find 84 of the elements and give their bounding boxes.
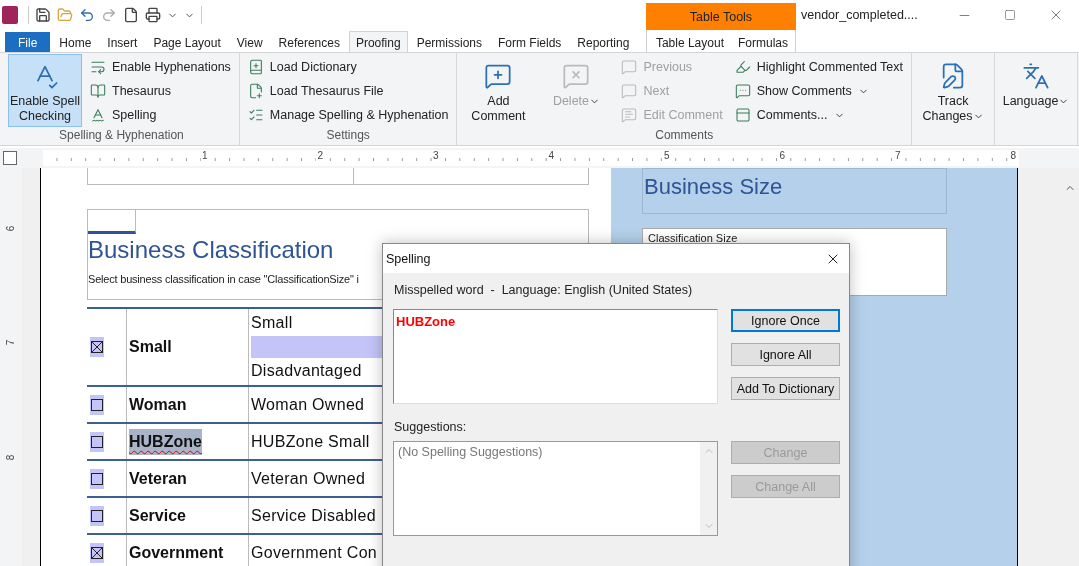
table-cell: HUBZone	[129, 428, 202, 455]
ribbon-button[interactable]: Show Comments	[730, 79, 908, 103]
ribbon-button[interactable]: Highlight Commented Text	[730, 55, 908, 79]
ribbon-tab[interactable]: Home	[52, 32, 99, 52]
ruler-number: 8	[5, 454, 17, 460]
ribbon-button[interactable]: Comments...	[730, 103, 908, 127]
ribbon-tab[interactable]: Reporting	[570, 32, 637, 52]
undo-icon[interactable]	[79, 7, 95, 23]
book-plus-icon	[247, 59, 264, 75]
group-label: Spelling & Hyphenation	[58, 128, 185, 144]
wrap-text-icon	[90, 59, 106, 75]
speech-bubble-icon	[621, 83, 638, 99]
language-label: Misspelled word - Language: English (United States)	[393, 282, 694, 299]
ribbon-tab[interactable]: Page Layout	[146, 32, 228, 52]
spell-check-icon	[90, 107, 106, 123]
table-cell: Small	[251, 314, 293, 332]
ribbon-button[interactable]: Spelling	[86, 103, 235, 127]
field-label: Classification Size	[648, 232, 738, 244]
section-heading: Business Size	[642, 168, 947, 214]
section-heading: Business Classification	[88, 235, 334, 265]
table-cell-text: Small	[129, 337, 172, 357]
table-cell-text: Woman	[129, 394, 187, 415]
table-cell-text: Government	[129, 542, 224, 563]
open-book-icon	[90, 83, 106, 99]
ribbon-button[interactable]: Track Changes	[916, 54, 991, 127]
dialog-button[interactable]: Ignore All	[731, 343, 840, 366]
group-label: Comments	[654, 128, 715, 144]
ribbon-tab[interactable]: Permissions	[409, 32, 489, 52]
file-plus-icon	[247, 83, 264, 99]
ribbon-tab[interactable]: References	[271, 32, 347, 52]
checkbox[interactable]	[90, 468, 104, 489]
window-title: vendor_completed....	[801, 8, 919, 22]
save-icon[interactable]	[35, 7, 51, 23]
ribbon-button[interactable]: Thesaurus	[86, 79, 235, 103]
tab-stop-selector[interactable]	[3, 151, 17, 165]
ribbon-button[interactable]: Manage Spelling & Hyphenation	[243, 103, 453, 127]
printer-icon[interactable]	[145, 7, 161, 23]
table-cell: Service Disabled	[251, 506, 376, 525]
ribbon-tab[interactable]: Table Layout	[648, 32, 731, 52]
suggestions-note: (No Spelling Suggestions)	[397, 444, 544, 461]
checkbox[interactable]	[90, 337, 104, 357]
ribbon-button[interactable]: Add Comment	[461, 54, 536, 127]
ruler-number: 7	[5, 340, 17, 346]
table-cell: Government Con	[251, 543, 378, 562]
highlighter-icon	[734, 59, 751, 75]
checkbox[interactable]	[90, 431, 104, 452]
ribbon-tab[interactable]: Insert	[100, 32, 145, 52]
group-label: Settings	[325, 128, 371, 144]
speech-bubble-icon	[621, 59, 638, 75]
table-cell: HUBZone Small	[251, 432, 370, 451]
dialog-title: Spelling	[386, 251, 431, 266]
ribbon-tab[interactable]: Formulas	[731, 32, 795, 52]
table-cell: Veteran Owned	[251, 469, 366, 488]
suggestions-label: Suggestions:	[393, 419, 468, 436]
ribbon-button[interactable]: Load Dictionary	[243, 55, 453, 79]
ruler-number: 6	[5, 225, 17, 232]
ribbon-button[interactable]: Load Thesaurus File	[243, 79, 453, 103]
table-cell-text: Service	[129, 505, 186, 526]
ribbon-tab[interactable]: Proofing	[348, 31, 408, 53]
checkbox[interactable]	[90, 542, 104, 563]
new-document-icon[interactable]	[123, 7, 139, 23]
table-cell: Woman Owned	[251, 395, 365, 414]
ribbon-tab[interactable]: View	[229, 32, 270, 52]
misspelled-word: HUBZone	[396, 314, 456, 329]
input-field[interactable]: HUBZone	[393, 309, 718, 404]
app-logo-icon	[2, 6, 18, 24]
ribbon-button[interactable]: Language	[999, 54, 1074, 127]
instruction-text: Select business classification in case "ClassificationSize" i	[88, 273, 359, 285]
list-checks-icon	[247, 107, 264, 123]
ribbon-tab[interactable]: Form Fields	[491, 32, 569, 52]
dialog-button[interactable]: Ignore Once	[731, 309, 840, 332]
window-icon	[734, 107, 751, 123]
comment-dots-icon	[734, 83, 751, 99]
ribbon-tab[interactable]: File	[5, 32, 51, 52]
checkbox[interactable]	[90, 505, 104, 526]
table-cell-text: Veteran	[129, 468, 187, 489]
ribbon-button[interactable]: Enable Spell Checking	[8, 54, 82, 127]
ribbon-button[interactable]: Enable Hyphenations	[86, 55, 235, 79]
suggestions-list[interactable]: (No Spelling Suggestions)	[393, 441, 718, 536]
comment-text-icon	[621, 107, 638, 123]
dialog-button[interactable]: Add To Dictionary	[731, 377, 840, 400]
checkbox[interactable]	[90, 394, 104, 415]
table-cell: Disadvantaged	[251, 362, 362, 380]
context-tab-header: Table Tools	[645, 3, 796, 30]
